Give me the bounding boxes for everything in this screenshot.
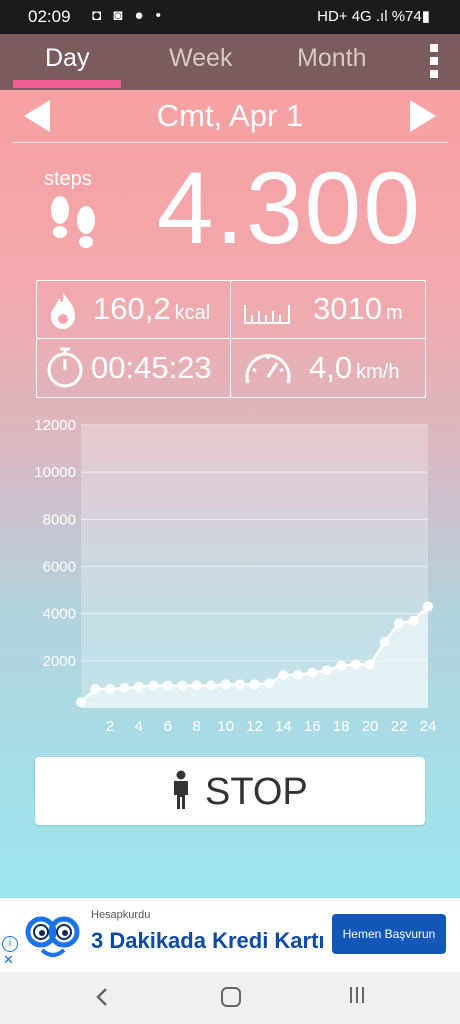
chart-x-tick-label: 2 xyxy=(106,718,114,735)
steps-label: steps xyxy=(44,168,92,190)
chart-x-tick-label: 22 xyxy=(391,718,408,735)
chart-data-point xyxy=(292,669,303,680)
calories-unit: kcal xyxy=(174,302,211,324)
footprints-icon xyxy=(51,196,95,248)
chart-data-point xyxy=(321,665,332,676)
chart-data-point xyxy=(408,615,419,626)
chart-data-point xyxy=(119,682,130,693)
status-bar: 02:09 ◘ ◙ ● • HD+ 4G .ıl %74▮ xyxy=(0,0,460,34)
overflow-menu-icon[interactable] xyxy=(430,44,438,83)
status-notification-icons: ◘ ◙ ● • xyxy=(92,7,165,24)
chart-x-tick-label: 16 xyxy=(304,718,321,735)
ad-banner[interactable]: i ✕ Hesapkurdu 3 Dakikada Kredi Kartı He… xyxy=(0,898,460,972)
calories-stat: 160,2 kcal xyxy=(93,291,210,327)
distance-stat: 3010 m xyxy=(313,291,403,327)
chart-x-tick-label: 20 xyxy=(362,718,379,735)
stop-button-label: STOP xyxy=(205,771,308,813)
chart-data-point xyxy=(350,659,361,670)
chart-y-tick-label: 2000 xyxy=(43,653,76,670)
speed-stat: 4,0 km/h xyxy=(309,350,399,386)
chart-data-point xyxy=(423,601,433,612)
chart-y-tick-label: 10000 xyxy=(34,464,76,481)
chart-y-tick-label: 8000 xyxy=(43,511,76,528)
chart-y-axis: 2000 4000 6000 8000 10000 12000 xyxy=(34,417,76,670)
stats-grid: 160,2 kcal 3010 m 00:45:23 4,0 km/h xyxy=(36,280,426,398)
stopwatch-icon xyxy=(47,347,83,388)
home-icon[interactable] xyxy=(221,987,241,1007)
chart-y-tick-label: 4000 xyxy=(43,606,76,623)
tab-week[interactable]: Week xyxy=(169,44,232,73)
date-label: Cmt, Apr 1 xyxy=(156,98,304,133)
steps-count: 4.300 xyxy=(156,151,422,265)
chart-x-tick-label: 24 xyxy=(420,718,437,735)
status-system-icons: HD+ 4G .ıl %74▮ xyxy=(317,8,430,25)
chart-x-tick-label: 6 xyxy=(164,718,172,735)
chart-data-point xyxy=(365,659,376,670)
steps-chart: 20004000600080001000012000 2 4 6 8 10 12 14 16 1… xyxy=(34,417,437,735)
tab-month[interactable]: Month xyxy=(297,44,366,73)
system-nav-bar xyxy=(0,972,460,1024)
chart-x-tick-label: 14 xyxy=(275,718,292,735)
ruler-icon xyxy=(244,305,290,324)
chart-y-tick-label: 6000 xyxy=(43,559,76,576)
chart-data-point xyxy=(133,681,144,692)
main-content: Cmt, Apr 1 steps 4.300 160,2 kcal 3010 m… xyxy=(0,90,460,898)
speedometer-icon xyxy=(245,354,291,384)
ad-logo-icon xyxy=(25,916,80,957)
chart-data-point xyxy=(162,680,173,691)
back-icon[interactable] xyxy=(92,986,112,1008)
date-navigator: Cmt, Apr 1 xyxy=(12,90,448,143)
status-time: 02:09 xyxy=(28,7,71,26)
chart-data-point xyxy=(379,636,390,647)
person-icon xyxy=(174,770,188,809)
calories-value: 160,2 xyxy=(93,291,171,326)
chart-data-point xyxy=(307,667,318,678)
chart-data-point xyxy=(206,680,217,691)
chart-data-point xyxy=(148,680,159,691)
chart-data-point xyxy=(394,618,405,629)
chart-data-point xyxy=(104,684,115,695)
tab-day[interactable]: Day xyxy=(45,44,89,73)
stop-button[interactable]: STOP xyxy=(35,757,425,825)
tab-active-indicator xyxy=(13,80,121,88)
chart-data-point xyxy=(90,684,101,695)
chart-data-point xyxy=(278,669,289,680)
chart-x-axis: 2 4 6 8 10 12 14 16 18 20 22 24 xyxy=(106,718,437,735)
chart-data-point xyxy=(191,680,202,691)
chart-data-point xyxy=(235,679,246,690)
chart-data-point xyxy=(336,660,347,671)
ad-info-icon[interactable]: i xyxy=(2,936,18,952)
chart-x-tick-label: 8 xyxy=(192,718,200,735)
chart-x-tick-label: 18 xyxy=(333,718,350,735)
distance-unit: m xyxy=(385,302,403,324)
chart-data-point xyxy=(220,679,231,690)
tab-bar: Day Week Month xyxy=(0,34,460,90)
ad-cta-button[interactable]: Hemen Başvurun xyxy=(332,914,446,954)
duration-stat: 00:45:23 xyxy=(91,350,212,386)
distance-value: 3010 xyxy=(313,291,382,326)
ad-brand: Hesapkurdu xyxy=(91,909,151,921)
chart-x-tick-label: 4 xyxy=(135,718,143,735)
chart-x-tick-label: 10 xyxy=(217,718,234,735)
speed-unit: km/h xyxy=(356,361,400,383)
chart-data-point xyxy=(249,679,260,690)
next-day-icon[interactable] xyxy=(410,100,436,132)
recent-apps-icon[interactable] xyxy=(350,987,368,1008)
chart-x-tick-label: 12 xyxy=(246,718,263,735)
chart-data-point xyxy=(177,680,188,691)
chart-data-point xyxy=(263,678,274,689)
ad-headline: 3 Dakikada Kredi Kartı xyxy=(91,928,325,953)
chart-y-tick-label: 12000 xyxy=(34,417,76,434)
ad-close-icon[interactable]: ✕ xyxy=(3,952,14,968)
chart-data-point xyxy=(76,697,86,708)
duration-value: 00:45:23 xyxy=(91,350,212,385)
flame-icon xyxy=(51,292,75,329)
speed-value: 4,0 xyxy=(309,350,353,385)
